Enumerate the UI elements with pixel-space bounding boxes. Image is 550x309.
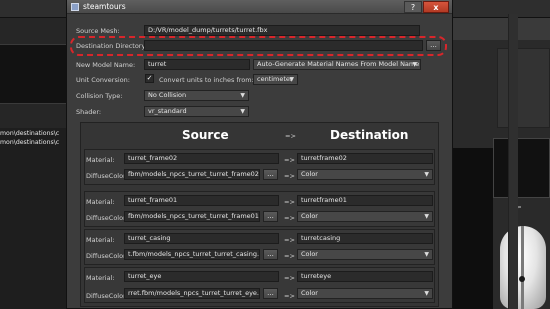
header-arrow: => — [285, 132, 296, 140]
unit-value: centimeter — [257, 75, 293, 83]
right-viewport — [493, 138, 550, 198]
left-viewport — [0, 44, 66, 104]
material-arrow: => — [284, 236, 295, 244]
checkmark-icon: ✓ — [146, 74, 153, 82]
diffuse-label: DiffuseColor — [86, 214, 126, 222]
collision-type-dropdown[interactable]: No Collision ▼ — [144, 90, 249, 101]
path-item[interactable]: mon\destinations\c — [0, 130, 66, 137]
diffuse-source-field[interactable]: rret.fbm/models_npcs_turret_turret_eye.t… — [124, 288, 260, 299]
model-name-field[interactable]: turret — [144, 59, 250, 70]
diffuse-destination-value: Color — [301, 289, 318, 297]
shader-label: Shader: — [76, 108, 102, 116]
material-destination-field[interactable]: turretframe02 — [297, 153, 433, 164]
path-item[interactable]: mon\destinations\c — [0, 139, 66, 146]
turret-model-preview — [500, 226, 546, 309]
chevron-down-icon: ▼ — [240, 92, 245, 99]
dialog-titlebar[interactable]: steamtours ? x — [67, 0, 452, 14]
diffuse-source-field[interactable]: t.fbm/models_npcs_turret_turret_casing.t… — [124, 249, 260, 260]
right-properties — [497, 48, 550, 128]
diffuse-destination-dropdown[interactable]: Color ▼ — [297, 249, 433, 260]
chevron-down-icon: ▼ — [424, 290, 429, 297]
material-name-mode-value: Auto-Generate Material Names From Model … — [257, 60, 420, 68]
app-icon — [71, 3, 79, 11]
right-viewport-dark — [453, 148, 493, 309]
destination-browse-button[interactable]: ... — [426, 40, 441, 51]
diffuse-arrow: => — [284, 292, 295, 300]
shader-value: vr_standard — [148, 107, 187, 115]
chevron-down-icon: ▼ — [424, 171, 429, 178]
close-button[interactable]: x — [423, 1, 449, 13]
diffuse-browse-button[interactable]: ... — [263, 169, 278, 180]
left-panel: mon\destinations\c mon\destinations\c — [0, 18, 66, 309]
convert-units-checkbox[interactable]: ✓ — [145, 74, 154, 83]
diffuse-browse-button[interactable]: ... — [263, 288, 278, 299]
diffuse-destination-value: Color — [301, 250, 318, 258]
chevron-down-icon: ▼ — [424, 251, 429, 258]
unit-dropdown[interactable]: centimeter ▼ — [253, 74, 298, 85]
material-destination-field[interactable]: turretcasing — [297, 233, 433, 244]
material-label: Material: — [86, 274, 115, 282]
destination-dir-label: Destination Directory: — [76, 42, 148, 50]
diffuse-arrow: => — [284, 214, 295, 222]
convert-units-label: Convert units to inches from: — [159, 76, 254, 84]
diffuse-destination-dropdown[interactable]: Color ▼ — [297, 211, 433, 222]
diffuse-destination-value: Color — [301, 170, 318, 178]
material-destination-field[interactable]: turretframe01 — [297, 195, 433, 206]
model-name-label: New Model Name: — [76, 61, 136, 69]
chevron-down-icon: ▼ — [424, 213, 429, 220]
material-arrow: => — [284, 198, 295, 206]
diffuse-arrow: => — [284, 172, 295, 180]
material-name-mode-dropdown[interactable]: Auto-Generate Material Names From Model … — [253, 59, 421, 70]
material-arrow: => — [284, 156, 295, 164]
turret-eye — [519, 276, 525, 282]
diffuse-label: DiffuseColor — [86, 172, 126, 180]
material-source-field[interactable]: turret_frame02 — [124, 153, 279, 164]
diffuse-destination-dropdown[interactable]: Color ▼ — [297, 169, 433, 180]
collision-type-label: Collision Type: — [76, 92, 123, 100]
diffuse-destination-dropdown[interactable]: Color ▼ — [297, 288, 433, 299]
diffuse-source-field[interactable]: fbm/models_npcs_turret_turret_frame02.tg… — [124, 169, 260, 180]
turret-seam — [521, 226, 524, 309]
diffuse-source-field[interactable]: fbm/models_npcs_turret_turret_frame01.tg… — [124, 211, 260, 222]
shader-dropdown[interactable]: vr_standard ▼ — [144, 106, 249, 117]
material-arrow: => — [284, 274, 295, 282]
diffuse-browse-button[interactable]: ... — [263, 249, 278, 260]
path-list: mon\destinations\c mon\destinations\c — [0, 128, 66, 309]
dialog-title: steamtours — [83, 2, 126, 11]
material-label: Material: — [86, 156, 115, 164]
material-destination-field[interactable]: turreteye — [297, 271, 433, 282]
help-button[interactable]: ? — [404, 1, 422, 13]
right-toolbar — [453, 18, 550, 40]
diffuse-arrow: => — [284, 252, 295, 260]
unit-conversion-label: Unit Conversion: — [76, 76, 130, 84]
chevron-down-icon: ▼ — [412, 61, 417, 68]
diffuse-label: DiffuseColor — [86, 252, 126, 260]
destination-header: Destination — [330, 128, 409, 142]
chevron-down-icon: ▼ — [240, 108, 245, 115]
material-label: Material: — [86, 236, 115, 244]
diffuse-destination-value: Color — [301, 212, 318, 220]
material-label: Material: — [86, 198, 115, 206]
material-source-field[interactable]: turret_frame01 — [124, 195, 279, 206]
material-source-field[interactable]: turret_eye — [124, 271, 279, 282]
destination-dir-field[interactable] — [144, 40, 423, 51]
dialog-scrollbar[interactable] — [508, 14, 518, 309]
chevron-down-icon: ▼ — [289, 76, 294, 83]
source-mesh-label: Source Mesh: — [76, 27, 120, 35]
source-header: Source — [182, 128, 229, 142]
material-source-field[interactable]: turret_casing — [124, 233, 279, 244]
collision-type-value: No Collision — [148, 91, 187, 99]
source-mesh-field[interactable]: D:/VR/model_dump/turrets/turret.fbx — [144, 25, 420, 36]
diffuse-browse-button[interactable]: ... — [263, 211, 278, 222]
diffuse-label: DiffuseColor — [86, 292, 126, 300]
